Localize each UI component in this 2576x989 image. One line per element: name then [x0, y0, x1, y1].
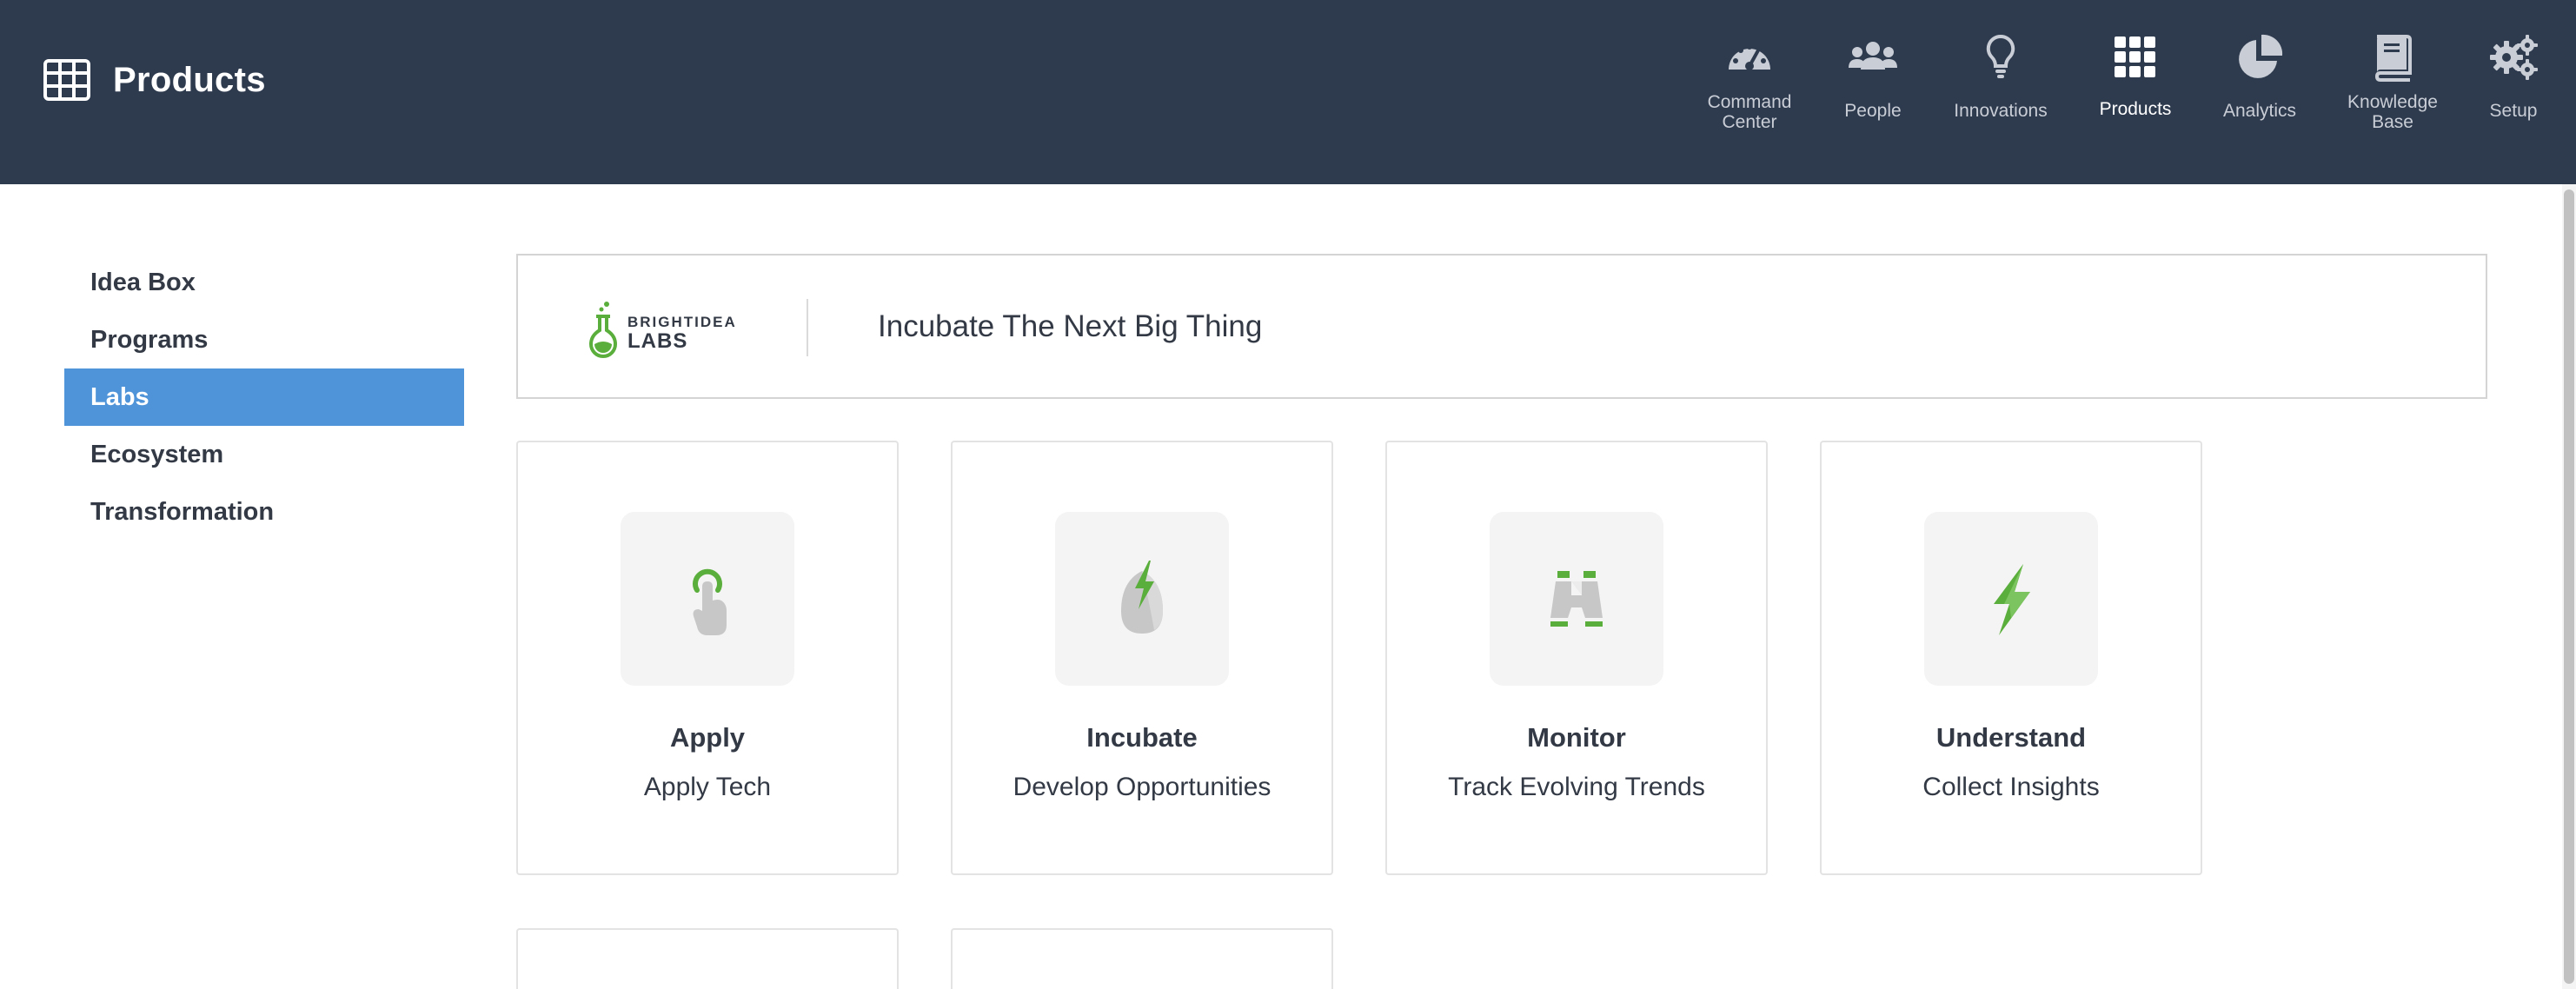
dashboard-gauge-icon	[1729, 44, 1770, 70]
banner-tagline: Incubate The Next Big Thing	[878, 309, 1263, 343]
brightidea-labs-logo: BRIGHTIDEA LABS	[588, 302, 737, 358]
page-title: Products	[113, 60, 266, 99]
card-monitor[interactable]: Monitor Track Evolving Trends	[1385, 441, 1768, 875]
sidebar-item-programs[interactable]: Programs	[64, 311, 464, 368]
page-scrollbar-thumb[interactable]	[2564, 189, 2574, 984]
nav-label: Command Center	[1707, 92, 1792, 132]
touch-hand-icon	[693, 568, 727, 635]
card-partial[interactable]	[516, 928, 899, 989]
card-subtitle: Apply Tech	[643, 773, 772, 801]
nav-item-command-center[interactable]: Command Center	[1684, 31, 1815, 132]
card-icon-box	[1924, 512, 2098, 686]
nav-label: People	[1844, 101, 1902, 121]
people-group-icon	[1849, 42, 1897, 70]
nav-label: Knowledge Base	[2347, 92, 2438, 132]
card-icon-box	[621, 512, 794, 686]
lightbulb-icon	[1986, 34, 2015, 78]
card-partial[interactable]	[951, 928, 1333, 989]
pie-chart-icon	[2239, 34, 2283, 78]
nav-item-knowledge-base[interactable]: Knowledge Base	[2327, 31, 2458, 132]
book-icon	[2374, 35, 2412, 82]
svg-text:LABS: LABS	[627, 329, 687, 353]
card-icon-box	[1490, 512, 1663, 686]
card-understand[interactable]: Understand Collect Insights	[1820, 441, 2202, 875]
nav-label: Products	[2099, 99, 2172, 119]
top-header: Products Command Center People Innovatio…	[0, 0, 2576, 184]
sidebar-item-labs[interactable]: Labs	[64, 368, 464, 426]
card-title: Incubate	[1086, 722, 1198, 753]
card-incubate[interactable]: Incubate Develop Opportunities	[951, 441, 1333, 875]
nav-item-setup[interactable]: Setup	[2448, 31, 2576, 121]
nav-label: Setup	[2489, 101, 2538, 121]
card-subtitle: Collect Insights	[1922, 773, 2100, 801]
product-banner: BRIGHTIDEA LABS Incubate The Next Big Th…	[516, 254, 2487, 399]
nav-item-innovations[interactable]: Innovations	[1935, 31, 2066, 121]
card-subtitle: Track Evolving Trends	[1448, 773, 1705, 801]
nav-label: Innovations	[1954, 101, 2048, 121]
header-title-group: Products	[43, 54, 266, 106]
card-icon-box	[1055, 512, 1229, 686]
egg-lightning-icon	[1121, 561, 1163, 634]
card-apply[interactable]: Apply Apply Tech	[516, 441, 899, 875]
grid-table-icon	[43, 59, 90, 101]
nav-item-products[interactable]: Products	[2070, 31, 2201, 119]
sidebar-item-transformation[interactable]: Transformation	[64, 483, 464, 541]
sidebar: Idea Box Programs Labs Ecosystem Transfo…	[64, 254, 464, 541]
binoculars-icon	[1550, 571, 1603, 627]
nav-label: Analytics	[2222, 101, 2297, 121]
card-subtitle: Develop Opportunities	[1012, 773, 1271, 801]
sidebar-item-idea-box[interactable]: Idea Box	[64, 254, 464, 311]
card-title: Understand	[1935, 722, 2087, 753]
card-title: Apply	[669, 722, 746, 753]
svg-text:BRIGHTIDEA: BRIGHTIDEA	[627, 314, 737, 330]
banner-divider	[807, 299, 808, 356]
apps-grid-icon	[2115, 37, 2155, 77]
nav-item-analytics[interactable]: Analytics	[2194, 31, 2325, 121]
gears-icon	[2490, 35, 2538, 80]
nav-item-people[interactable]: People	[1808, 31, 1938, 121]
card-title: Monitor	[1527, 722, 1626, 753]
sidebar-item-ecosystem[interactable]: Ecosystem	[64, 426, 464, 483]
lightning-bolt-icon	[1994, 564, 2030, 635]
